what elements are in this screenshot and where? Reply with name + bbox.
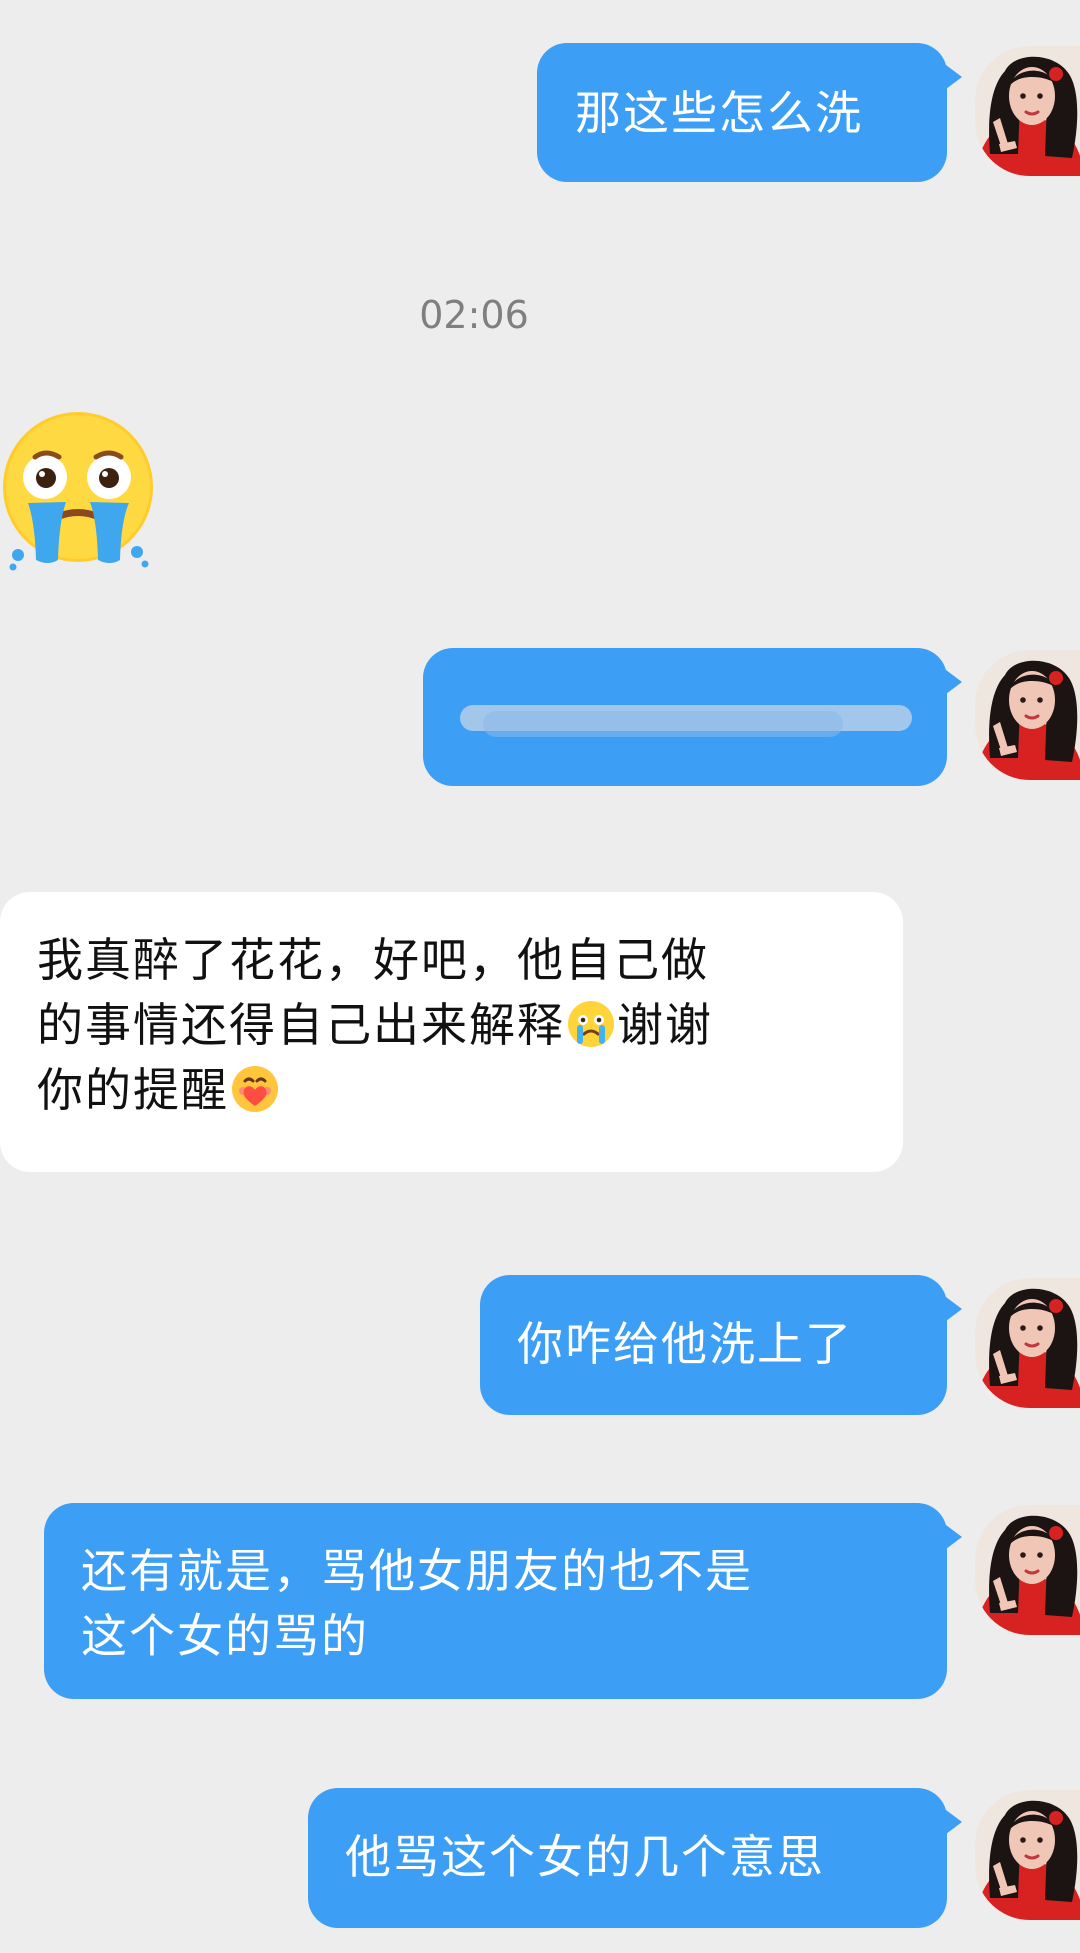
blurred-message-content-shadow bbox=[483, 711, 843, 737]
avatar-1[interactable] bbox=[975, 46, 1080, 176]
message-bubble-7[interactable]: 他骂这个女的几个意思 bbox=[308, 1788, 962, 1928]
message-text-6-line-1: 还有就是，骂他女朋友的也不是 bbox=[81, 1544, 753, 1598]
profile-avatar-icon bbox=[975, 1278, 1080, 1408]
crying-emoji-icon bbox=[565, 998, 617, 1050]
crying-face-sticker[interactable] bbox=[0, 405, 160, 575]
message-text-5: 你咋给他洗上了 bbox=[517, 1317, 853, 1371]
profile-avatar-icon bbox=[975, 46, 1080, 176]
timestamp: 02:06 bbox=[419, 293, 529, 337]
message-bubble-4[interactable]: 我真醉了花花，好吧，他自己做 的事情还得自己出来解释 谢谢 你的提醒 bbox=[0, 892, 903, 1172]
message-text-4-line-1: 我真醉了花花，好吧，他自己做 bbox=[37, 933, 709, 987]
message-text-4-line-2-a: 的事情还得自己出来解释 bbox=[37, 998, 565, 1052]
crying-face-sticker-icon bbox=[3, 412, 153, 571]
avatar-6[interactable] bbox=[975, 1505, 1080, 1635]
heart-hug-emoji-icon bbox=[229, 1063, 281, 1115]
message-text-4-line-2: 的事情还得自己出来解释 谢谢 bbox=[37, 995, 713, 1055]
message-bubble-3[interactable] bbox=[423, 648, 962, 786]
message-text-4-line-3-a: 你的提醒 bbox=[37, 1063, 229, 1117]
message-bubble-6[interactable]: 还有就是，骂他女朋友的也不是 这个女的骂的 bbox=[44, 1503, 962, 1699]
message-bubble-1[interactable]: 那这些怎么洗 bbox=[537, 43, 962, 182]
avatar-7[interactable] bbox=[975, 1790, 1080, 1920]
profile-avatar-icon bbox=[975, 1790, 1080, 1920]
message-text-6-line-2: 这个女的骂的 bbox=[81, 1609, 369, 1663]
avatar-5[interactable] bbox=[975, 1278, 1080, 1408]
message-text-4-line-2-b: 谢谢 bbox=[617, 998, 713, 1052]
avatar-3[interactable] bbox=[975, 650, 1080, 780]
message-text-7: 他骂这个女的几个意思 bbox=[345, 1830, 825, 1884]
message-text-1: 那这些怎么洗 bbox=[575, 86, 863, 140]
message-bubble-5[interactable]: 你咋给他洗上了 bbox=[480, 1275, 962, 1415]
profile-avatar-icon bbox=[975, 1505, 1080, 1635]
message-text-4-line-3: 你的提醒 bbox=[37, 1060, 281, 1120]
profile-avatar-icon bbox=[975, 650, 1080, 780]
